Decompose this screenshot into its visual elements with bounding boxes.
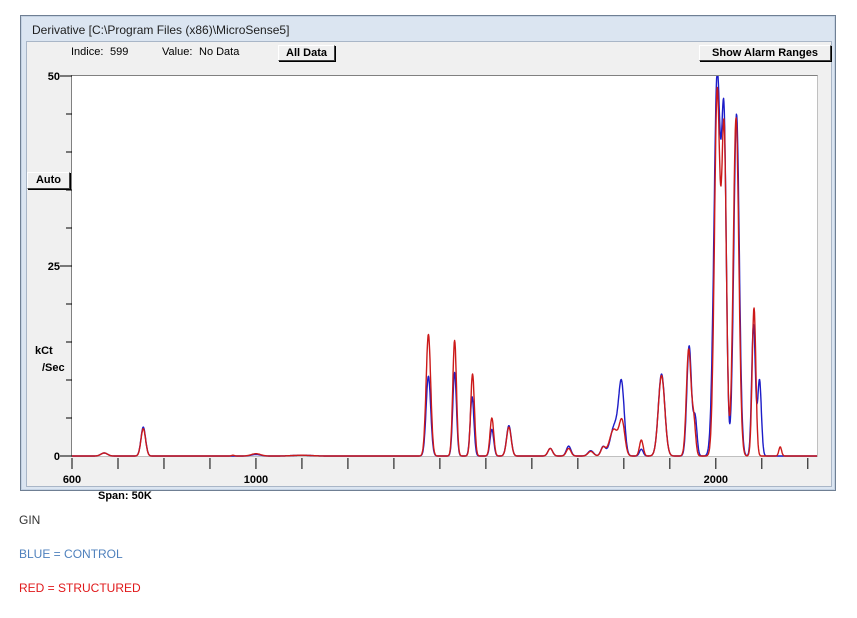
- series-line-control: [72, 76, 817, 457]
- span-label: Span: 50K: [98, 490, 152, 502]
- window-title: Derivative [C:\Program Files (x86)\Micro…: [32, 23, 290, 37]
- derivative-window: Derivative [C:\Program Files (x86)\Micro…: [20, 15, 836, 502]
- chart-panel: Indice: 599 Value: No Data All Data Show…: [26, 41, 832, 502]
- legend-control-label: BLUE = CONTROL: [19, 547, 123, 561]
- span-label-text: Span:: [98, 490, 129, 502]
- x-tick-label: 1000: [244, 474, 268, 486]
- chart-canvas: 0 25 50 600 1000 2000: [48, 71, 817, 486]
- series-line-structured: [72, 86, 817, 457]
- legend-heading: GIN: [19, 513, 41, 527]
- x-tick-label: 2000: [704, 474, 728, 486]
- y-tick-label: 25: [48, 261, 60, 273]
- x-tick-label: 600: [63, 474, 81, 486]
- y-tick-label: 0: [54, 451, 60, 463]
- y-tick-label: 50: [48, 71, 60, 83]
- span-value: 50K: [131, 490, 152, 502]
- legend-structured-label: RED = STRUCTURED: [19, 581, 141, 595]
